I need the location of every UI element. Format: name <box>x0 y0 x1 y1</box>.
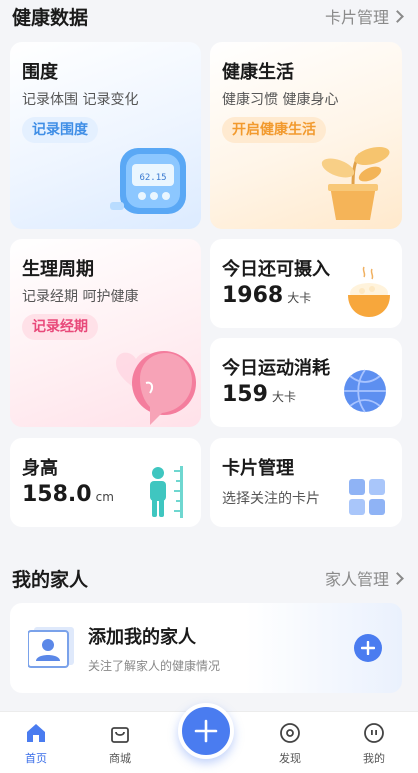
healthy-life-card[interactable]: 健康生活 健康习惯 健康身心 开启健康生活 <box>210 42 402 229</box>
family-title: 我的家人 <box>12 568 89 591</box>
scale-reading: 62.15 <box>139 173 166 183</box>
card-manage-link-label: 卡片管理 <box>324 8 389 27</box>
intake-value-row: 1968 大卡 <box>222 283 311 308</box>
tab-discover[interactable]: 发现 <box>260 722 320 766</box>
exercise-card[interactable]: 今日运动消耗 159 大卡 <box>210 338 402 427</box>
chevron-right-icon <box>391 9 404 23</box>
height-value: 158.0 <box>22 482 92 507</box>
period-card-title: 生理周期 <box>22 259 94 280</box>
intake-unit: 大卡 <box>287 291 312 305</box>
basketball-icon <box>344 369 386 413</box>
tape-measure-icon: 62.15 <box>110 148 186 214</box>
healthy-life-title: 健康生活 <box>222 62 294 83</box>
health-data-header: 健康数据 卡片管理 <box>12 4 406 29</box>
home-icon <box>27 724 45 742</box>
add-family-title: 添加我的家人 <box>88 627 196 648</box>
plus-icon <box>194 719 218 743</box>
card-manage-subtitle: 选择关注的卡片 <box>222 491 320 507</box>
card-manage-title: 卡片管理 <box>222 458 294 479</box>
add-family-subtitle: 关注了解家人的健康情况 <box>88 659 221 673</box>
intake-card[interactable]: 今日还可摄入 1968 大卡 <box>210 239 402 328</box>
period-card-subtitle: 记录经期 呵护健康 <box>22 289 139 305</box>
health-data-title: 健康数据 <box>12 6 89 29</box>
discover-icon <box>280 723 300 743</box>
plant-pot-icon <box>321 146 390 220</box>
card-manage-card[interactable]: 卡片管理 选择关注的卡片 <box>210 438 402 527</box>
family-manage-link-label: 家人管理 <box>324 570 389 589</box>
tab-home[interactable]: 首页 <box>6 722 66 766</box>
exercise-unit: 大卡 <box>271 390 296 404</box>
height-value-row: 158.0 cm <box>22 482 114 507</box>
tab-discover-label: 发现 <box>279 752 301 765</box>
rice-bowl-icon <box>348 266 390 317</box>
chevron-right-icon <box>391 571 404 585</box>
shopping-bag-icon <box>111 727 129 743</box>
family-header: 我的家人 家人管理 <box>12 566 406 591</box>
record-girth-button[interactable]: 记录围度 <box>22 117 98 143</box>
period-card[interactable]: 生理周期 记录经期 呵护健康 记录经期 <box>10 239 201 427</box>
record-period-button[interactable]: 记录经期 <box>22 314 98 340</box>
exercise-value-row: 159 大卡 <box>222 382 296 407</box>
intake-value: 1968 <box>222 283 284 308</box>
card-manage-link[interactable]: 卡片管理 <box>325 4 406 28</box>
family-manage-link[interactable]: 家人管理 <box>325 566 406 590</box>
height-unit: cm <box>95 490 114 504</box>
grid-icon <box>349 479 385 515</box>
height-card-title: 身高 <box>22 458 58 479</box>
tab-mine[interactable]: 我的 <box>344 722 404 766</box>
plus-icon <box>361 641 375 655</box>
contact-card-icon <box>28 627 74 668</box>
intake-card-title: 今日还可摄入 <box>222 259 330 280</box>
exercise-card-title: 今日运动消耗 <box>222 358 330 379</box>
tab-mall[interactable]: 商城 <box>90 722 150 766</box>
exercise-value: 159 <box>222 382 268 407</box>
girth-card-title: 围度 <box>22 62 58 83</box>
girth-card[interactable]: 围度 记录体围 记录变化 记录围度 62.15 <box>10 42 201 229</box>
profile-icon <box>364 723 384 743</box>
tab-mine-label: 我的 <box>363 752 385 765</box>
start-healthy-life-button[interactable]: 开启健康生活 <box>222 117 326 143</box>
healthy-life-subtitle: 健康习惯 健康身心 <box>222 92 339 108</box>
height-ruler-icon <box>150 466 183 518</box>
woman-profile-icon <box>116 351 196 425</box>
floating-add-button[interactable] <box>178 703 234 759</box>
add-family-button[interactable] <box>354 634 382 662</box>
tab-mall-label: 商城 <box>109 752 131 765</box>
tab-home-label: 首页 <box>25 752 47 765</box>
height-card[interactable]: 身高 158.0 cm <box>10 438 201 527</box>
add-family-card[interactable]: 添加我的家人 关注了解家人的健康情况 <box>10 603 402 693</box>
girth-card-subtitle: 记录体围 记录变化 <box>22 92 139 108</box>
